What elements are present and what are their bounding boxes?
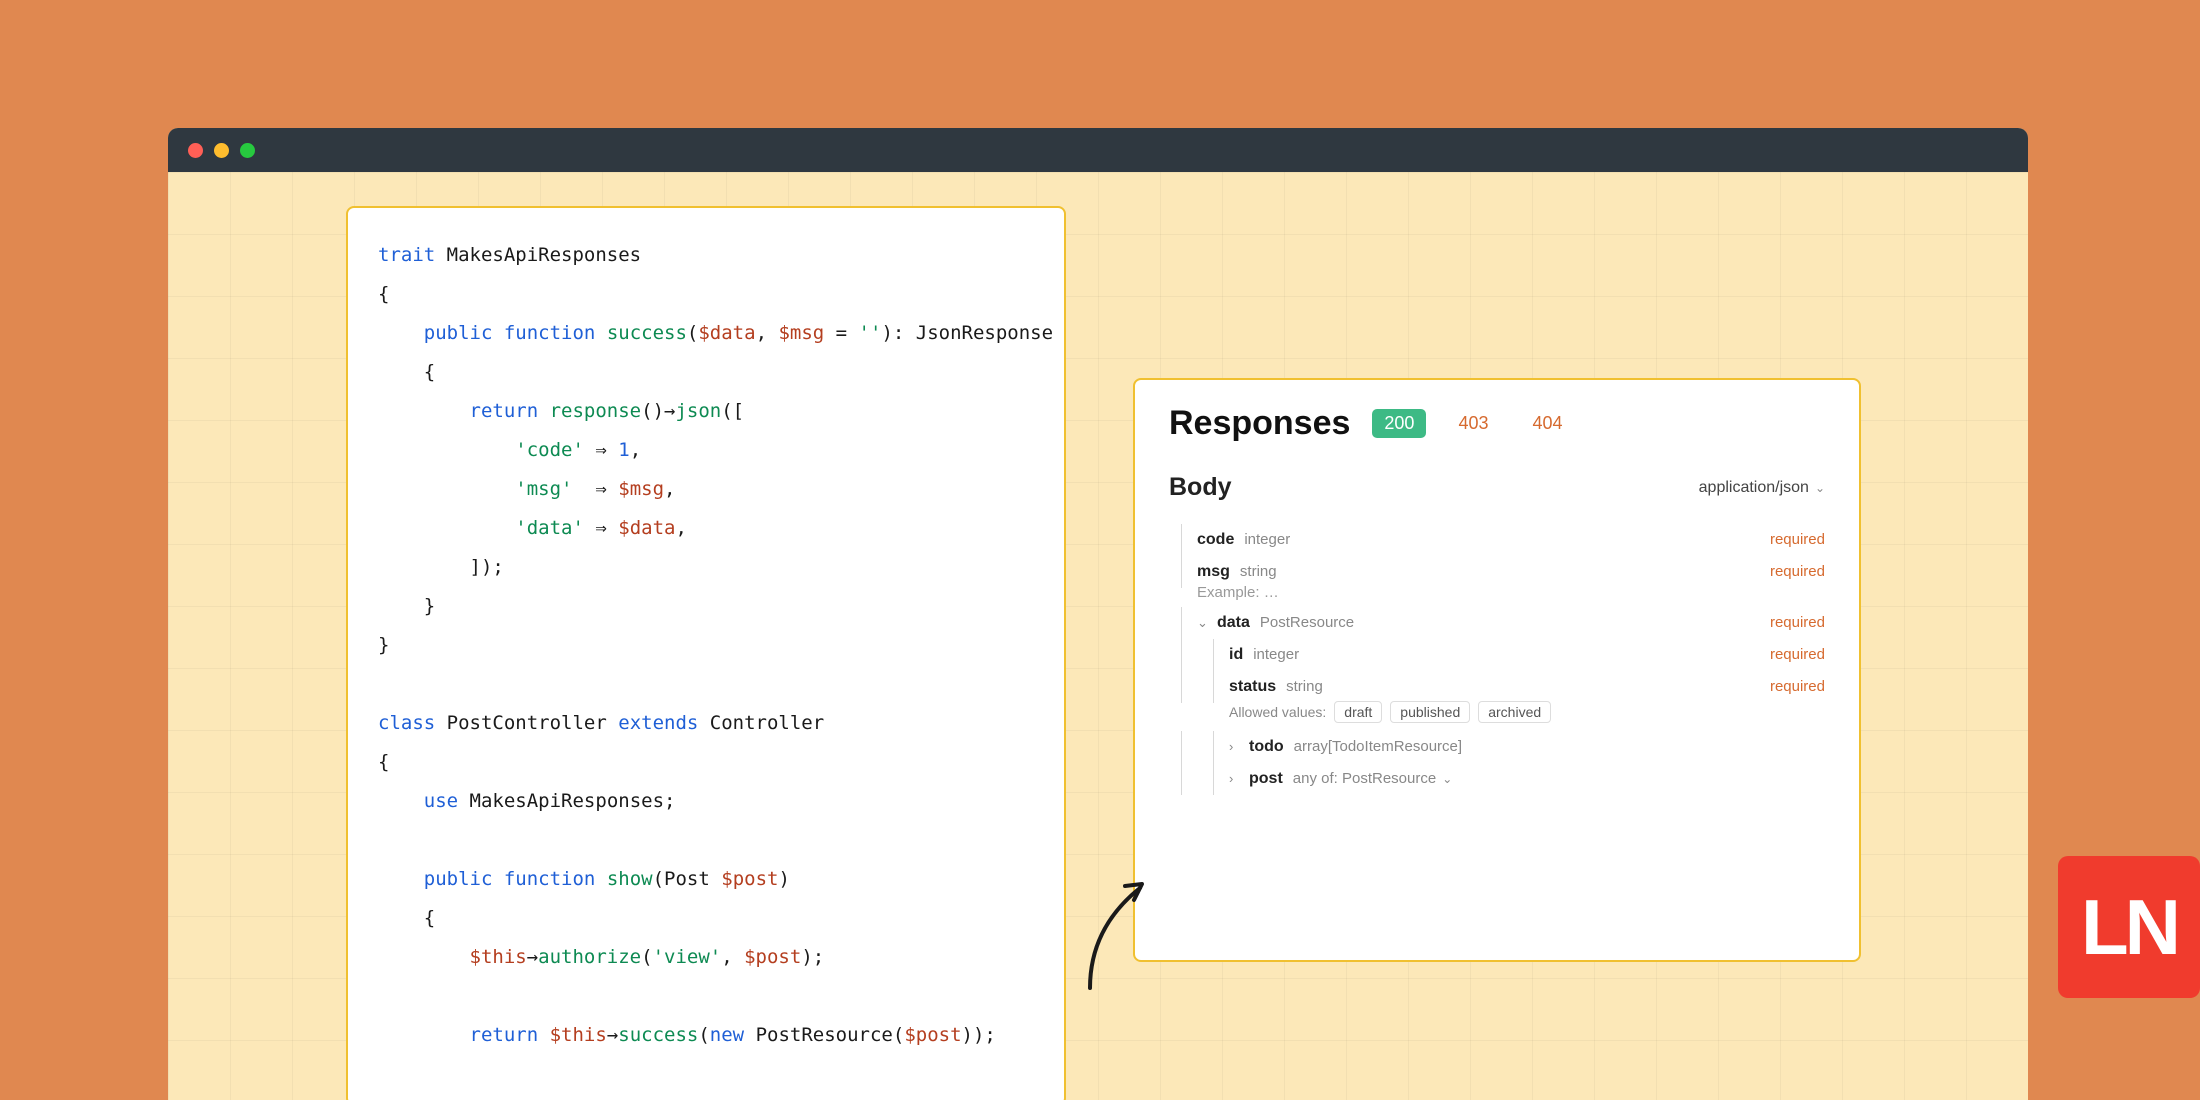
status-code-tabs: 200 403 404 bbox=[1372, 409, 1574, 438]
window-titlebar bbox=[168, 128, 2028, 172]
traffic-lights bbox=[188, 143, 255, 158]
responses-panel: Responses 200 403 404 Body application/j… bbox=[1133, 378, 1861, 962]
responses-header: Responses 200 403 404 bbox=[1169, 404, 1825, 443]
responses-title: Responses bbox=[1169, 404, 1350, 443]
code-editor-panel: trait MakesApiResponses { public functio… bbox=[346, 206, 1066, 1100]
status-403-tab[interactable]: 403 bbox=[1446, 409, 1500, 438]
close-icon[interactable] bbox=[188, 143, 203, 158]
field-data[interactable]: ⌄ data PostResource required bbox=[1169, 607, 1825, 639]
allowed-value-chip: archived bbox=[1478, 701, 1551, 723]
chevron-right-icon: › bbox=[1229, 771, 1243, 786]
field-todo[interactable]: › todo array[TodoItemResource] bbox=[1169, 731, 1825, 763]
allowed-value-chip: published bbox=[1390, 701, 1470, 723]
field-status: status string required bbox=[1169, 671, 1825, 703]
field-msg: msg string required bbox=[1169, 556, 1825, 588]
field-id: id integer required bbox=[1169, 639, 1825, 671]
status-200-tab[interactable]: 200 bbox=[1372, 409, 1426, 438]
code-content: trait MakesApiResponses { public functio… bbox=[378, 236, 1034, 1055]
chevron-down-icon: ⌄ bbox=[1442, 772, 1452, 786]
content-type-select[interactable]: application/json ⌄ bbox=[1699, 479, 1825, 497]
chevron-down-icon: ⌄ bbox=[1815, 481, 1825, 495]
brand-logo: LN bbox=[2058, 856, 2200, 998]
minimize-icon[interactable] bbox=[214, 143, 229, 158]
chevron-down-icon: ⌄ bbox=[1197, 615, 1211, 631]
allowed-value-chip: draft bbox=[1334, 701, 1382, 723]
field-post[interactable]: › post any of: PostResource ⌄ bbox=[1169, 763, 1825, 795]
body-heading: Body bbox=[1169, 473, 1232, 502]
field-code: code integer required bbox=[1169, 524, 1825, 556]
status-allowed-values: Allowed values: draft published archived bbox=[1169, 701, 1825, 723]
chevron-right-icon: › bbox=[1229, 739, 1243, 754]
status-404-tab[interactable]: 404 bbox=[1521, 409, 1575, 438]
maximize-icon[interactable] bbox=[240, 143, 255, 158]
app-window: trait MakesApiResponses { public functio… bbox=[168, 128, 2028, 1100]
response-schema: code integer required msg string require… bbox=[1169, 524, 1825, 795]
